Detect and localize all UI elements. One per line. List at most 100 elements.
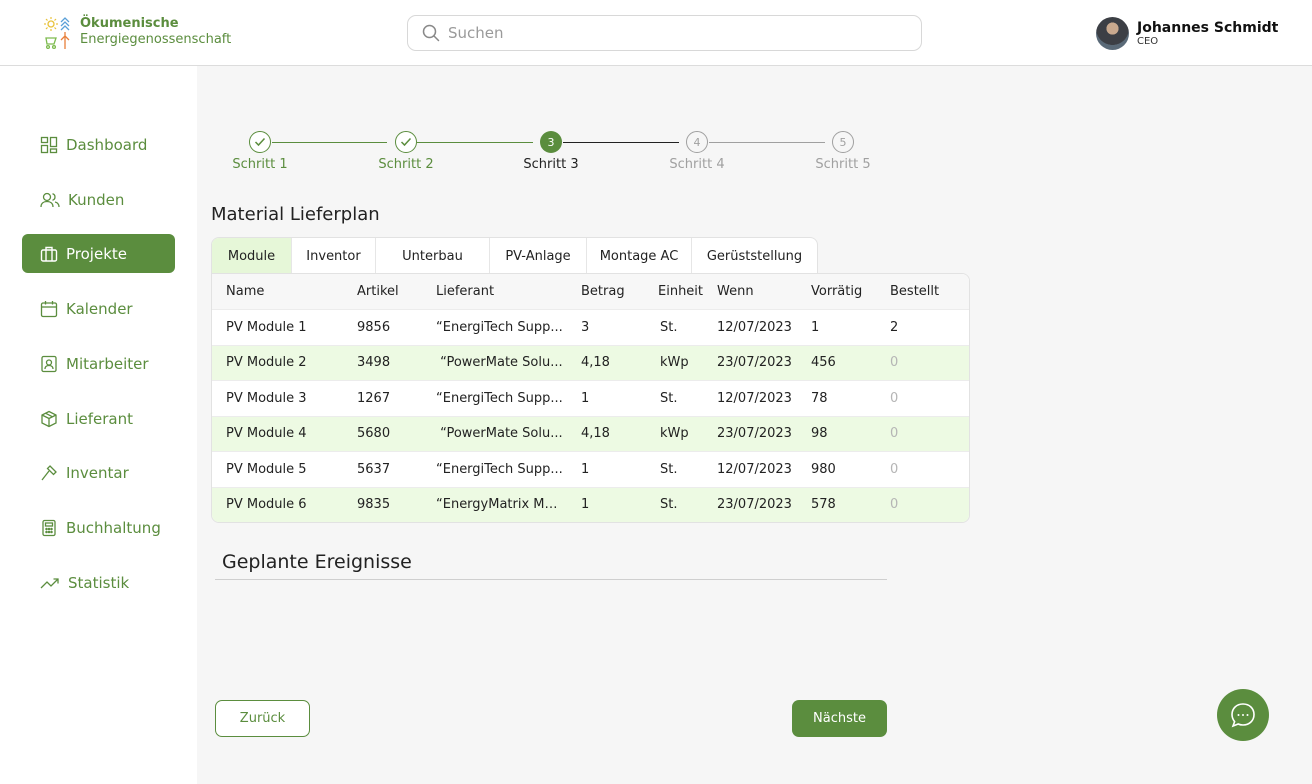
cell-lieferant: “PowerMate Solu... — [436, 355, 563, 371]
step-5[interactable]: 5 Schritt 5 — [803, 131, 883, 172]
tab-pv-anlage[interactable]: PV-Anlage — [490, 238, 587, 273]
tab-inventor[interactable]: Inventor — [292, 238, 376, 273]
sidebar-item-kalender[interactable]: Kalender — [22, 289, 175, 328]
cell-bestellt: 0 — [890, 497, 899, 513]
cell-artikel: 5680 — [357, 426, 391, 442]
table-row[interactable]: PV Module 2 3498 “PowerMate Solu... 4,18… — [212, 344, 969, 380]
calculator-icon — [42, 519, 56, 536]
cell-lieferant: “EnergiTech Supp... — [436, 319, 563, 335]
sidebar-item-kunden[interactable]: Kunden — [22, 180, 175, 219]
chat-button[interactable] — [1217, 689, 1269, 741]
dashboard-icon — [40, 136, 58, 153]
step-4[interactable]: 4 Schritt 4 — [657, 131, 737, 172]
back-button[interactable]: Zurück — [215, 700, 310, 737]
step-label: Schritt 2 — [378, 157, 434, 172]
column-header[interactable]: Lieferant — [436, 284, 581, 299]
cell-wenn: 12/07/2023 — [717, 390, 792, 406]
column-header[interactable]: Vorrätig — [811, 284, 890, 299]
column-header[interactable]: Artikel — [357, 284, 436, 299]
cell-vorratig: 980 — [811, 461, 836, 477]
tab-geruststellung[interactable]: Gerüststellung — [692, 238, 817, 273]
brand-line2: Energiegenossenschaft — [80, 32, 232, 47]
column-header[interactable]: Einheit — [658, 284, 717, 299]
cell-bestellt: 0 — [890, 426, 899, 442]
avatar[interactable] — [1096, 17, 1129, 50]
sidebar-item-label: Buchhaltung — [66, 518, 161, 537]
sidebar-item-label: Kalender — [66, 299, 133, 318]
sidebar-item-buchhaltung[interactable]: Buchhaltung — [22, 508, 175, 547]
step-label: Schritt 3 — [523, 157, 579, 172]
cell-einheit: St. — [660, 461, 678, 477]
step-1[interactable]: Schritt 1 — [220, 131, 300, 172]
brand-logo[interactable]: Ökumenische Energiegenossenschaft — [44, 16, 231, 50]
sidebar-item-projekte[interactable]: Projekte — [22, 234, 175, 273]
tab-module[interactable]: Module — [212, 238, 292, 273]
cell-lieferant: “EnergyMatrix Ma... — [436, 497, 565, 513]
user-name: Johannes Schmidt — [1137, 19, 1279, 36]
cell-betrag: 1 — [581, 497, 590, 513]
box-icon — [41, 410, 57, 427]
search-input[interactable] — [448, 24, 868, 42]
section-title-material: Material Lieferplan — [211, 204, 380, 225]
sidebar-item-label: Projekte — [66, 244, 127, 263]
step-number: 3 — [540, 131, 562, 153]
cell-name: PV Module 1 — [226, 319, 307, 335]
step-3[interactable]: 3 Schritt 3 — [511, 131, 591, 172]
step-label: Schritt 5 — [815, 157, 871, 172]
top-header: Ökumenische Energiegenossenschaft Johann… — [0, 0, 1312, 66]
cell-einheit: St. — [660, 497, 678, 513]
cell-bestellt: 0 — [890, 390, 899, 406]
sidebar-item-statistik[interactable]: Statistik — [22, 563, 175, 602]
column-header[interactable]: Name — [212, 284, 357, 299]
cell-betrag: 1 — [581, 390, 590, 406]
sidebar-item-inventar[interactable]: Inventar — [22, 453, 175, 492]
cell-vorratig: 456 — [811, 355, 836, 371]
step-number: 4 — [686, 131, 708, 153]
cell-einheit: St. — [660, 319, 678, 335]
search-box[interactable] — [407, 15, 922, 51]
cell-artikel: 1267 — [357, 390, 391, 406]
cell-lieferant: “EnergiTech Supp... — [436, 390, 563, 406]
sidebar-item-mitarbeiter[interactable]: Mitarbeiter — [22, 344, 175, 383]
cell-vorratig: 78 — [811, 390, 828, 406]
check-icon — [249, 131, 271, 153]
step-label: Schritt 1 — [232, 157, 288, 172]
sidebar-item-label: Kunden — [68, 190, 125, 209]
cell-bestellt: 0 — [890, 461, 899, 477]
cell-vorratig: 578 — [811, 497, 836, 513]
cell-artikel: 9856 — [357, 319, 391, 335]
table-row[interactable]: PV Module 5 5637 “EnergiTech Supp... 1 S… — [212, 451, 969, 487]
brand-name: Ökumenische Energiegenossenschaft — [80, 16, 231, 48]
tab-montage-ac[interactable]: Montage AC — [587, 238, 692, 273]
badge-icon — [41, 355, 57, 372]
table-row[interactable]: PV Module 1 9856 “EnergiTech Supp... 3 S… — [212, 309, 969, 345]
sidebar-item-label: Lieferant — [66, 409, 134, 428]
cell-wenn: 23/07/2023 — [717, 426, 792, 442]
table-row[interactable]: PV Module 3 1267 “EnergiTech Supp... 1 S… — [212, 380, 969, 416]
trend-icon — [40, 577, 59, 588]
next-button[interactable]: Nächste — [792, 700, 887, 737]
table-row[interactable]: PV Module 6 9835 “EnergyMatrix Ma... 1 S… — [212, 486, 969, 522]
sidebar-item-label: Dashboard — [66, 135, 148, 154]
cell-artikel: 5637 — [357, 461, 391, 477]
cell-bestellt: 2 — [890, 319, 899, 335]
table-header-row: Name Artikel Lieferant Betrag Einheit We… — [212, 274, 969, 309]
user-profile[interactable]: Johannes Schmidt CEO — [1096, 17, 1278, 50]
users-icon — [40, 192, 60, 207]
cell-betrag: 4,18 — [581, 426, 610, 442]
cell-bestellt: 0 — [890, 355, 899, 371]
cell-lieferant: “EnergiTech Supp... — [436, 461, 563, 477]
sidebar-item-dashboard[interactable]: Dashboard — [22, 125, 175, 164]
cell-wenn: 12/07/2023 — [717, 319, 792, 335]
sidebar-item-lieferant[interactable]: Lieferant — [22, 399, 175, 438]
table-row[interactable]: PV Module 4 5680 “PowerMate Solu... 4,18… — [212, 415, 969, 451]
tab-unterbau[interactable]: Unterbau — [376, 238, 490, 273]
column-header[interactable]: Betrag — [581, 284, 658, 299]
cell-einheit: kWp — [660, 355, 689, 371]
column-header[interactable]: Bestellt — [890, 284, 960, 299]
column-header[interactable]: Wenn — [717, 284, 811, 299]
cell-name: PV Module 4 — [226, 426, 307, 442]
step-2[interactable]: Schritt 2 — [366, 131, 446, 172]
cell-wenn: 12/07/2023 — [717, 461, 792, 477]
cell-name: PV Module 2 — [226, 355, 307, 371]
